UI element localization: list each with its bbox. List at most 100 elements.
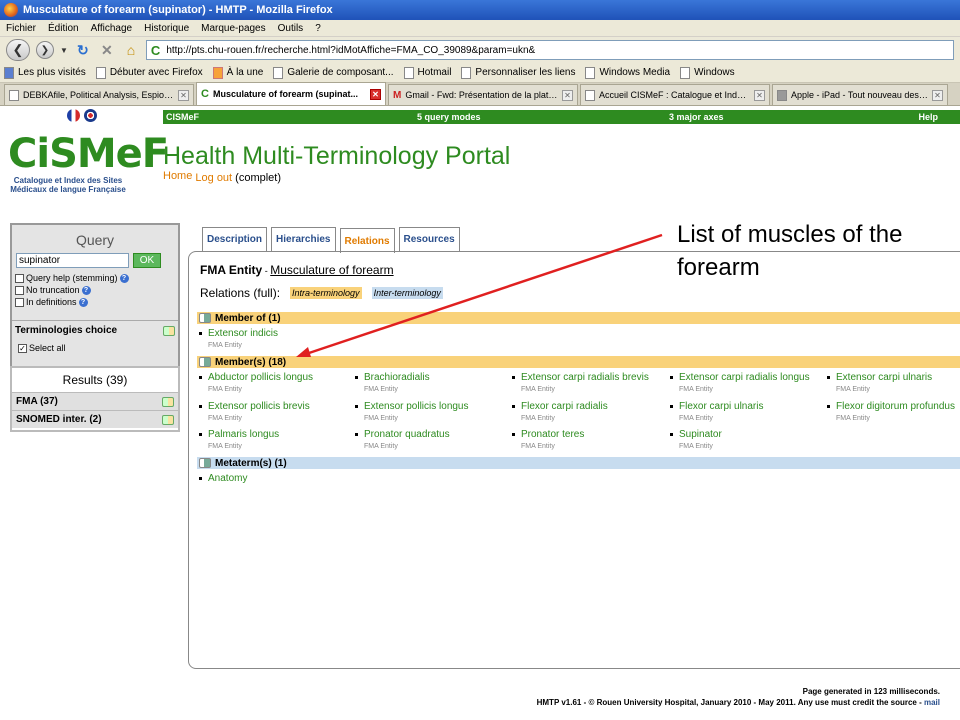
item-link[interactable]: Extensor carpi radialis longus <box>670 372 810 383</box>
item-link[interactable]: Flexor carpi ulnaris <box>670 401 763 412</box>
browser-tab-musculature[interactable]: C Musculature of forearm (supinat... ✕ <box>196 82 386 105</box>
list-item[interactable]: Abductor pollicis longus FMA Entity <box>199 372 313 393</box>
help-icon[interactable]: ? <box>81 285 91 295</box>
list-item[interactable]: Extensor carpi radialis brevis FMA Entity <box>512 372 649 393</box>
item-link[interactable]: Pronator quadratus <box>355 429 450 440</box>
bookmark-windows[interactable]: Windows <box>680 66 735 79</box>
topbar-major-axes-link[interactable]: 3 major axes <box>669 112 724 122</box>
forward-button[interactable]: ❯ <box>36 41 54 59</box>
close-tab-icon[interactable]: ✕ <box>562 89 573 101</box>
close-tab-icon[interactable]: ✕ <box>370 88 381 100</box>
item-link[interactable]: Extensor pollicis longus <box>355 401 469 412</box>
metaterm-section-header[interactable]: Metaterm(s) (1) <box>197 457 960 469</box>
truncation-checkbox[interactable] <box>15 285 24 295</box>
list-item[interactable]: Palmaris longus FMA Entity <box>199 429 279 450</box>
list-item[interactable]: Pronator quadratus FMA Entity <box>355 429 450 450</box>
logout-link[interactable]: Log out <box>195 172 232 184</box>
tab-resources[interactable]: Resources <box>398 227 460 251</box>
tree-icon[interactable] <box>163 325 175 336</box>
home-link[interactable]: Home <box>163 170 192 182</box>
list-item[interactable]: Anatomy <box>199 473 247 484</box>
browser-tab-gmail[interactable]: M Gmail - Fwd: Présentation de la platef… <box>388 84 578 105</box>
list-item[interactable]: Flexor carpi ulnaris FMA Entity <box>670 401 763 422</box>
menu-outils[interactable]: Outils <box>278 23 304 34</box>
footer-mail-link[interactable]: mail <box>924 698 940 707</box>
history-dropdown-icon[interactable]: ▼ <box>60 46 68 55</box>
item-link[interactable]: Brachioradialis <box>355 372 430 383</box>
browser-tab-cismef[interactable]: Accueil CISMeF : Catalogue et Index d...… <box>580 84 770 105</box>
french-flag-icon[interactable] <box>67 109 80 122</box>
list-item[interactable]: Flexor carpi radialis FMA Entity <box>512 401 608 422</box>
item-link[interactable]: Palmaris longus <box>199 429 279 440</box>
search-input[interactable] <box>16 253 129 268</box>
select-all-checkbox[interactable]: ✓ <box>18 343 27 353</box>
browser-tab-debka[interactable]: DEBKAfile, Political Analysis, Espionage… <box>4 84 194 105</box>
close-tab-icon[interactable]: ✕ <box>754 89 765 101</box>
browser-tab-apple[interactable]: Apple - iPad - Tout nouveau design. Ap..… <box>772 84 948 105</box>
bookmark-most-visited[interactable]: Les plus visités <box>4 66 86 79</box>
inter-terminology-link[interactable]: Inter-terminology <box>371 287 443 299</box>
menu-historique[interactable]: Historique <box>144 23 189 34</box>
uk-flag-icon[interactable] <box>84 109 97 122</box>
item-link[interactable]: Anatomy <box>199 473 247 484</box>
topbar-help-link[interactable]: Help <box>918 112 938 122</box>
list-item[interactable]: Extensor pollicis brevis FMA Entity <box>199 401 310 422</box>
tree-icon[interactable] <box>162 414 174 425</box>
stemming-checkbox[interactable] <box>15 273 24 283</box>
home-icon[interactable]: ⌂ <box>122 41 140 59</box>
stop-icon[interactable]: ✕ <box>98 41 116 59</box>
list-item[interactable]: Flexor digitorum profundus FMA Entity <box>827 401 955 422</box>
ok-button[interactable]: OK <box>133 253 161 268</box>
help-icon[interactable]: ? <box>78 297 88 307</box>
bookmark-hotmail[interactable]: Hotmail <box>403 66 451 79</box>
item-link[interactable]: Extensor pollicis brevis <box>199 401 310 412</box>
list-item[interactable]: Brachioradialis FMA Entity <box>355 372 430 393</box>
list-item[interactable]: Extensor pollicis longus FMA Entity <box>355 401 469 422</box>
item-link[interactable]: Flexor carpi radialis <box>512 401 608 412</box>
menu-edition[interactable]: Édition <box>48 23 79 34</box>
bookmark-getting-started[interactable]: Débuter avec Firefox <box>95 66 203 79</box>
item-link[interactable]: Extensor carpi radialis brevis <box>512 372 649 383</box>
tab-hierarchies[interactable]: Hierarchies <box>271 227 336 251</box>
logo-subtitle: Catalogue et Index des Sites Médicaux de… <box>10 176 126 194</box>
members-section-header[interactable]: Member(s) (18) <box>197 356 960 368</box>
result-row-fma[interactable]: FMA (37) <box>12 392 178 410</box>
list-item[interactable]: Extensor carpi radialis longus FMA Entity <box>670 372 810 393</box>
list-item[interactable]: Extensor carpi ulnaris FMA Entity <box>827 372 932 393</box>
tab-description[interactable]: Description <box>202 227 268 251</box>
tree-icon[interactable] <box>162 396 174 407</box>
bookmark-label: Galerie de composant... <box>287 67 394 78</box>
topbar-query-modes-link[interactable]: 5 query modes <box>417 112 481 122</box>
result-row-snomed[interactable]: SNOMED inter. (2) <box>12 410 178 428</box>
tab-relations[interactable]: Relations <box>339 228 395 253</box>
list-item[interactable]: Supinator FMA Entity <box>670 429 722 450</box>
bookmark-gallery[interactable]: Galerie de composant... <box>273 66 394 79</box>
list-item[interactable]: Extensor indicis FMA Entity <box>199 328 278 349</box>
definitions-checkbox[interactable] <box>15 297 24 307</box>
item-link[interactable]: Pronator teres <box>512 429 584 440</box>
item-link[interactable]: Extensor carpi ulnaris <box>827 372 932 383</box>
bookmark-headlines[interactable]: À la une <box>212 66 263 79</box>
item-link[interactable]: Abductor pollicis longus <box>199 372 313 383</box>
member-of-section-header[interactable]: Member of (1) <box>197 312 960 324</box>
list-item[interactable]: Pronator teres FMA Entity <box>512 429 584 450</box>
menu-marque-pages[interactable]: Marque-pages <box>201 23 265 34</box>
bookmark-customize-links[interactable]: Personnaliser les liens <box>461 66 575 79</box>
menu-affichage[interactable]: Affichage <box>91 23 133 34</box>
menu-help[interactable]: ? <box>315 23 321 34</box>
url-bar[interactable]: C http://pts.chu-rouen.fr/recherche.html… <box>145 40 954 60</box>
item-link[interactable]: Flexor digitorum profundus <box>827 401 955 412</box>
item-link[interactable]: Supinator <box>670 429 722 440</box>
close-tab-icon[interactable]: ✕ <box>932 89 943 101</box>
bookmark-windows-media[interactable]: Windows Media <box>585 66 670 79</box>
cismef-logo[interactable]: CiSMeF Catalogue et Index des Sites Médi… <box>8 134 169 194</box>
menu-fichier[interactable]: Fichier <box>6 23 36 34</box>
item-link[interactable]: Extensor indicis <box>199 328 278 339</box>
intra-terminology-link[interactable]: Intra-terminology <box>290 287 362 299</box>
entity-name: Musculature of forearm <box>270 263 394 277</box>
back-button[interactable]: ❮ <box>6 39 30 61</box>
close-tab-icon[interactable]: ✕ <box>178 89 189 101</box>
help-icon[interactable]: ? <box>119 273 129 283</box>
topbar-brand-link[interactable]: CISMeF <box>166 112 199 122</box>
reload-icon[interactable]: ↻ <box>74 41 92 59</box>
